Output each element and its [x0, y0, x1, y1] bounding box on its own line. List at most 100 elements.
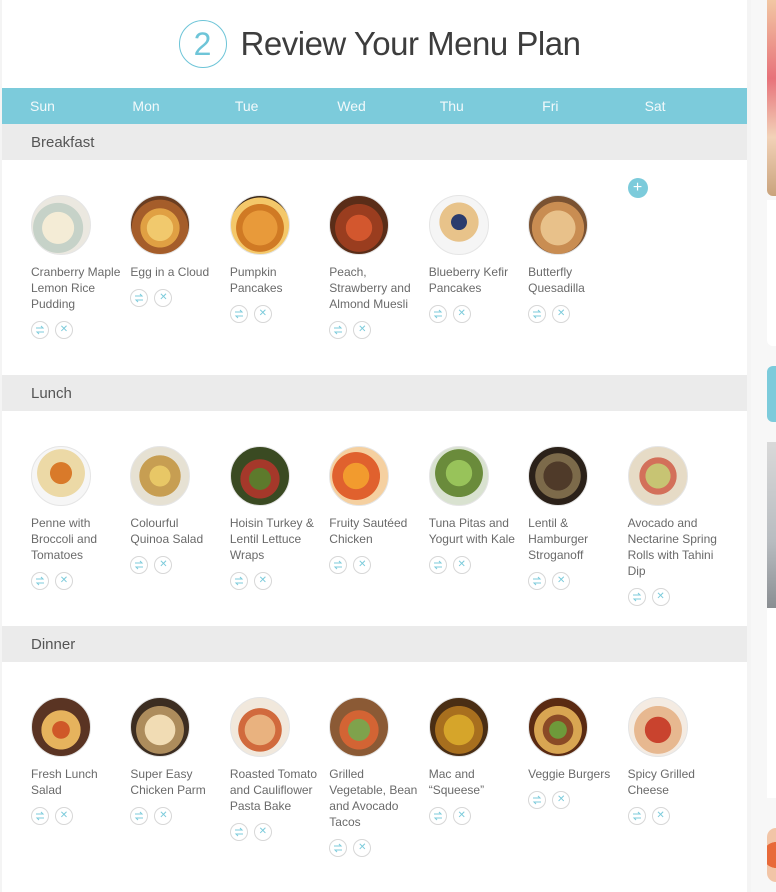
recipe-card[interactable]: Roasted Tomato and Cauliflower Pasta Bak… — [229, 697, 329, 892]
recipe-card[interactable]: Pumpkin Pancakes ✕ — [229, 195, 329, 375]
swap-icon[interactable] — [428, 305, 447, 323]
swap-icon[interactable] — [31, 321, 49, 339]
swap-icon[interactable] — [229, 823, 248, 841]
recipe-card[interactable]: Peach, Strawberry and Almond Muesli ✕ — [329, 195, 428, 375]
swap-icon[interactable] — [130, 807, 149, 825]
remove-icon[interactable]: ✕ — [154, 807, 173, 825]
recipe-name[interactable]: Tuna Pitas and Yogurt with Kale — [429, 515, 519, 547]
recipe-name[interactable]: Hoisin Turkey & Lentil Lettuce Wraps — [230, 515, 320, 563]
remove-icon[interactable]: ✕ — [651, 807, 670, 825]
recipe-photo[interactable] — [329, 446, 390, 506]
remove-icon[interactable]: ✕ — [353, 321, 372, 339]
add-icon[interactable]: + — [627, 178, 648, 198]
swap-icon[interactable] — [229, 305, 248, 323]
swap-icon[interactable] — [627, 588, 646, 606]
remove-icon[interactable]: ✕ — [452, 305, 471, 323]
recipe-name[interactable]: Blueberry Kefir Pancakes — [429, 264, 519, 296]
recipe-name[interactable]: Cranberry Maple Lemon Rice Pudding — [31, 264, 121, 312]
recipe-card[interactable]: Mac and “Squeese” ✕ — [428, 697, 528, 892]
recipe-photo[interactable] — [329, 195, 390, 255]
recipe-photo[interactable] — [528, 195, 589, 255]
recipe-name[interactable]: Egg in a Cloud — [130, 264, 220, 280]
recipe-photo[interactable] — [428, 195, 489, 255]
recipe-photo[interactable] — [627, 446, 688, 506]
recipe-name[interactable]: Veggie Burgers — [528, 766, 618, 782]
remove-icon[interactable]: ✕ — [253, 823, 272, 841]
recipe-photo[interactable] — [31, 195, 91, 255]
swap-icon[interactable] — [428, 807, 447, 825]
remove-icon[interactable]: ✕ — [154, 556, 173, 574]
recipe-card[interactable]: Egg in a Cloud ✕ — [130, 195, 229, 375]
remove-icon[interactable]: ✕ — [353, 839, 372, 857]
recipe-name[interactable]: Roasted Tomato and Cauliflower Pasta Bak… — [230, 766, 320, 814]
recipe-name[interactable]: Butterfly Quesadilla — [528, 264, 618, 296]
recipe-photo[interactable] — [329, 697, 390, 757]
recipe-name[interactable]: Peach, Strawberry and Almond Muesli — [329, 264, 419, 312]
recipe-photo[interactable] — [31, 446, 91, 506]
remove-icon[interactable]: ✕ — [452, 807, 471, 825]
sidebar-thumbnail[interactable] — [767, 828, 776, 882]
remove-icon[interactable]: ✕ — [154, 289, 173, 307]
recipe-name[interactable]: Spicy Grilled Cheese — [628, 766, 718, 798]
swap-icon[interactable] — [31, 572, 49, 590]
recipe-name[interactable]: Fruity Sautéed Chicken — [329, 515, 419, 547]
remove-icon[interactable]: ✕ — [552, 572, 571, 590]
recipe-photo[interactable] — [31, 697, 91, 757]
remove-icon[interactable]: ✕ — [353, 556, 372, 574]
recipe-card[interactable]: Tuna Pitas and Yogurt with Kale ✕ — [428, 446, 528, 626]
recipe-photo[interactable] — [528, 446, 589, 506]
recipe-name[interactable]: Grilled Vegetable, Bean and Avocado Taco… — [329, 766, 419, 830]
recipe-name[interactable]: Fresh Lunch Salad — [31, 766, 121, 798]
remove-icon[interactable]: ✕ — [253, 572, 272, 590]
recipe-card[interactable]: Fruity Sautéed Chicken ✕ — [329, 446, 428, 626]
remove-icon[interactable]: ✕ — [452, 556, 471, 574]
sidebar-accent-button[interactable] — [767, 366, 776, 422]
recipe-name[interactable]: Colourful Quinoa Salad — [130, 515, 220, 547]
swap-icon[interactable] — [130, 556, 149, 574]
swap-icon[interactable] — [130, 289, 149, 307]
swap-icon[interactable] — [329, 839, 348, 857]
recipe-photo[interactable] — [130, 195, 191, 255]
recipe-name[interactable]: Avocado and Nectarine Spring Rolls with … — [628, 515, 718, 579]
recipe-card[interactable]: Fresh Lunch Salad ✕ — [31, 697, 130, 892]
swap-icon[interactable] — [329, 556, 348, 574]
swap-icon[interactable] — [329, 321, 348, 339]
recipe-name[interactable]: Lentil & Hamburger Stroganoff — [528, 515, 618, 563]
recipe-card[interactable]: Spicy Grilled Cheese ✕ — [627, 697, 727, 892]
recipe-photo[interactable] — [229, 697, 290, 757]
recipe-photo[interactable] — [428, 697, 489, 757]
recipe-card[interactable]: Penne with Broccoli and Tomatoes ✕ — [31, 446, 130, 626]
recipe-card[interactable]: Butterfly Quesadilla ✕ — [528, 195, 627, 375]
remove-icon[interactable]: ✕ — [55, 572, 73, 590]
recipe-name[interactable]: Mac and “Squeese” — [429, 766, 519, 798]
remove-icon[interactable]: ✕ — [253, 305, 272, 323]
swap-icon[interactable] — [31, 807, 49, 825]
recipe-card[interactable]: Colourful Quinoa Salad ✕ — [130, 446, 229, 626]
swap-icon[interactable] — [528, 791, 547, 809]
remove-icon[interactable]: ✕ — [552, 791, 571, 809]
recipe-photo[interactable] — [130, 446, 191, 506]
remove-icon[interactable]: ✕ — [552, 305, 571, 323]
recipe-name[interactable]: Super Easy Chicken Parm — [130, 766, 220, 798]
recipe-card[interactable]: Veggie Burgers ✕ — [528, 697, 627, 892]
recipe-card[interactable]: Grilled Vegetable, Bean and Avocado Taco… — [329, 697, 428, 892]
recipe-card[interactable]: Lentil & Hamburger Stroganoff ✕ — [528, 446, 627, 626]
recipe-name[interactable]: Penne with Broccoli and Tomatoes — [31, 515, 121, 563]
swap-icon[interactable] — [627, 807, 646, 825]
remove-icon[interactable]: ✕ — [651, 588, 670, 606]
recipe-photo[interactable] — [229, 446, 290, 506]
swap-icon[interactable] — [528, 572, 547, 590]
swap-icon[interactable] — [528, 305, 547, 323]
recipe-card[interactable]: Cranberry Maple Lemon Rice Pudding ✕ — [31, 195, 130, 375]
recipe-name[interactable]: Pumpkin Pancakes — [230, 264, 320, 296]
recipe-card[interactable]: Hoisin Turkey & Lentil Lettuce Wraps ✕ — [229, 446, 329, 626]
remove-icon[interactable]: ✕ — [55, 807, 73, 825]
remove-icon[interactable]: ✕ — [55, 321, 73, 339]
swap-icon[interactable] — [229, 572, 248, 590]
recipe-card[interactable]: Blueberry Kefir Pancakes ✕ — [428, 195, 528, 375]
recipe-photo[interactable] — [229, 195, 290, 255]
recipe-photo[interactable] — [528, 697, 589, 757]
swap-icon[interactable] — [428, 556, 447, 574]
recipe-photo[interactable] — [428, 446, 489, 506]
recipe-card[interactable]: Super Easy Chicken Parm ✕ — [130, 697, 229, 892]
